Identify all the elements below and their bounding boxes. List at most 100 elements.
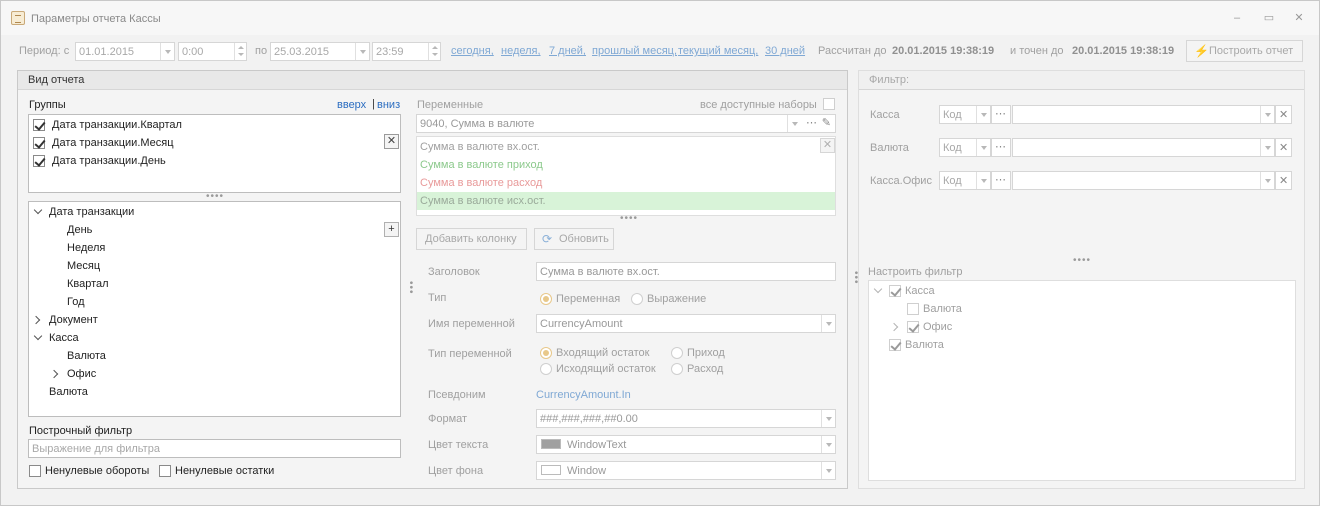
date-from-input[interactable]: 01.01.2015 xyxy=(75,42,175,61)
bg-color-select[interactable]: Window xyxy=(536,461,836,480)
quick-period-week[interactable]: неделя, xyxy=(501,45,541,57)
chevron-down-icon[interactable] xyxy=(33,205,43,215)
tree-node[interactable]: Касса xyxy=(29,329,400,347)
chevron-down-icon[interactable] xyxy=(821,436,835,453)
splitter-grip-icon[interactable]: ••• xyxy=(405,281,416,295)
filter-code-select[interactable]: Код xyxy=(939,171,991,190)
restore-icon[interactable]: ▭ xyxy=(1261,11,1277,25)
quick-period-current-month[interactable]: текущий месяц, xyxy=(678,45,758,57)
chevron-down-icon[interactable] xyxy=(821,410,835,427)
tree-node[interactable]: Квартал xyxy=(29,275,400,293)
list-item[interactable]: Сумма в валюте исх.ост. xyxy=(417,192,835,210)
build-report-button[interactable]: ⚡ Построить отчет xyxy=(1186,40,1303,62)
type-variable-radio[interactable] xyxy=(540,293,552,305)
ellipsis-icon[interactable]: ⋯ xyxy=(991,138,1011,157)
chevron-down-icon[interactable] xyxy=(1260,139,1274,156)
variable-set-select[interactable]: 9040, Сумма в валюте ⋯ ✎ xyxy=(416,114,836,133)
tree-node[interactable]: Офис xyxy=(29,365,400,383)
chevron-down-icon[interactable] xyxy=(355,43,369,60)
chevron-down-icon[interactable] xyxy=(1260,172,1274,189)
filter-node-checkbox[interactable] xyxy=(889,339,901,351)
move-up-link[interactable]: вверх xyxy=(337,99,366,111)
filter-node-checkbox[interactable] xyxy=(907,321,919,333)
date-to-input[interactable]: 25.03.2015 xyxy=(270,42,370,61)
nonzero-turnover-checkbox[interactable] xyxy=(29,465,41,477)
clear-filter-icon[interactable]: ✕ xyxy=(1275,171,1292,190)
list-item[interactable]: Сумма в валюте расход xyxy=(417,174,835,192)
chevron-down-icon[interactable] xyxy=(976,106,990,123)
quick-period-today[interactable]: сегодня, xyxy=(451,45,494,57)
filter-value-select[interactable] xyxy=(1012,138,1275,157)
tree-node[interactable]: Месяц xyxy=(29,257,400,275)
tree-node[interactable]: Касса xyxy=(869,282,1295,300)
filter-code-select[interactable]: Код xyxy=(939,138,991,157)
tree-node[interactable]: Валюта xyxy=(869,300,1295,318)
tree-node[interactable]: Офис xyxy=(869,318,1295,336)
var-type-expense-radio[interactable] xyxy=(671,363,683,375)
list-item[interactable]: Дата транзакции.Месяц xyxy=(29,134,400,152)
tree-node[interactable]: Валюта xyxy=(29,347,400,365)
all-sets-checkbox[interactable] xyxy=(823,98,835,110)
nonzero-balances-checkbox[interactable] xyxy=(159,465,171,477)
spinner-icon[interactable] xyxy=(234,43,246,60)
row-filter-input[interactable]: Выражение для фильтра xyxy=(28,439,401,458)
list-item[interactable]: Дата транзакции.Квартал xyxy=(29,116,400,134)
chevron-down-icon[interactable] xyxy=(976,172,990,189)
var-type-in-radio[interactable] xyxy=(540,347,552,359)
quick-period-7days[interactable]: 7 дней, xyxy=(549,45,586,57)
var-type-income-radio[interactable] xyxy=(671,347,683,359)
remove-group-icon[interactable]: ✕ xyxy=(384,134,399,149)
heading-input[interactable]: Сумма в валюте вх.ост. xyxy=(536,262,836,281)
tree-node[interactable]: Документ xyxy=(29,311,400,329)
filter-value-select[interactable] xyxy=(1012,171,1275,190)
chevron-right-icon[interactable] xyxy=(31,315,41,325)
splitter-grip-icon[interactable]: •••• xyxy=(620,213,638,224)
chevron-down-icon[interactable] xyxy=(33,331,43,341)
clear-filter-icon[interactable]: ✕ xyxy=(1275,138,1292,157)
time-from-input[interactable]: 0:00 xyxy=(178,42,247,61)
var-name-select[interactable]: CurrencyAmount xyxy=(536,314,836,333)
list-item[interactable]: Сумма в валюте вх.ост. xyxy=(417,138,835,156)
add-column-button[interactable]: Добавить колонку xyxy=(416,228,527,250)
edit-icon[interactable]: ✎ xyxy=(822,116,831,129)
filter-node-checkbox[interactable] xyxy=(907,303,919,315)
filter-value-select[interactable] xyxy=(1012,105,1275,124)
filter-code-select[interactable]: Код xyxy=(939,105,991,124)
splitter-grip-icon[interactable]: •••• xyxy=(1073,255,1091,266)
tree-node[interactable]: Год xyxy=(29,293,400,311)
text-color-select[interactable]: WindowText xyxy=(536,435,836,454)
chevron-down-icon[interactable] xyxy=(821,315,835,332)
tree-node[interactable]: День xyxy=(29,221,400,239)
ellipsis-icon[interactable]: ⋯ xyxy=(806,116,817,129)
group-checkbox[interactable] xyxy=(33,137,45,149)
chevron-right-icon[interactable] xyxy=(49,369,59,379)
ellipsis-icon[interactable]: ⋯ xyxy=(991,171,1011,190)
type-expression-radio[interactable] xyxy=(631,293,643,305)
list-item[interactable]: Дата транзакции.День xyxy=(29,152,400,170)
tree-node[interactable]: Неделя xyxy=(29,239,400,257)
clear-filter-icon[interactable]: ✕ xyxy=(1275,105,1292,124)
chevron-down-icon[interactable] xyxy=(976,139,990,156)
tree-node[interactable]: Валюта xyxy=(29,383,400,401)
chevron-down-icon[interactable] xyxy=(821,462,835,479)
move-down-link[interactable]: вниз xyxy=(377,99,400,111)
chevron-down-icon[interactable] xyxy=(160,43,174,60)
chevron-down-icon[interactable] xyxy=(1260,106,1274,123)
ellipsis-icon[interactable]: ⋯ xyxy=(991,105,1011,124)
refresh-button[interactable]: ⟳ Обновить xyxy=(534,228,614,250)
chevron-down-icon[interactable] xyxy=(787,115,801,132)
quick-period-last-month[interactable]: прошлый месяц, xyxy=(592,45,677,57)
tree-node[interactable]: Валюта xyxy=(869,336,1295,354)
tree-node[interactable]: Дата транзакции xyxy=(29,203,400,221)
spinner-icon[interactable] xyxy=(428,43,440,60)
filter-node-checkbox[interactable] xyxy=(889,285,901,297)
group-checkbox[interactable] xyxy=(33,119,45,131)
quick-period-30days[interactable]: 30 дней xyxy=(765,45,805,57)
var-type-out-radio[interactable] xyxy=(540,363,552,375)
format-select[interactable]: ###,###,###,##0.00 xyxy=(536,409,836,428)
group-checkbox[interactable] xyxy=(33,155,45,167)
time-to-input[interactable]: 23:59 xyxy=(372,42,441,61)
list-item[interactable]: Сумма в валюте приход xyxy=(417,156,835,174)
chevron-down-icon[interactable] xyxy=(873,284,883,294)
chevron-right-icon[interactable] xyxy=(889,322,899,332)
